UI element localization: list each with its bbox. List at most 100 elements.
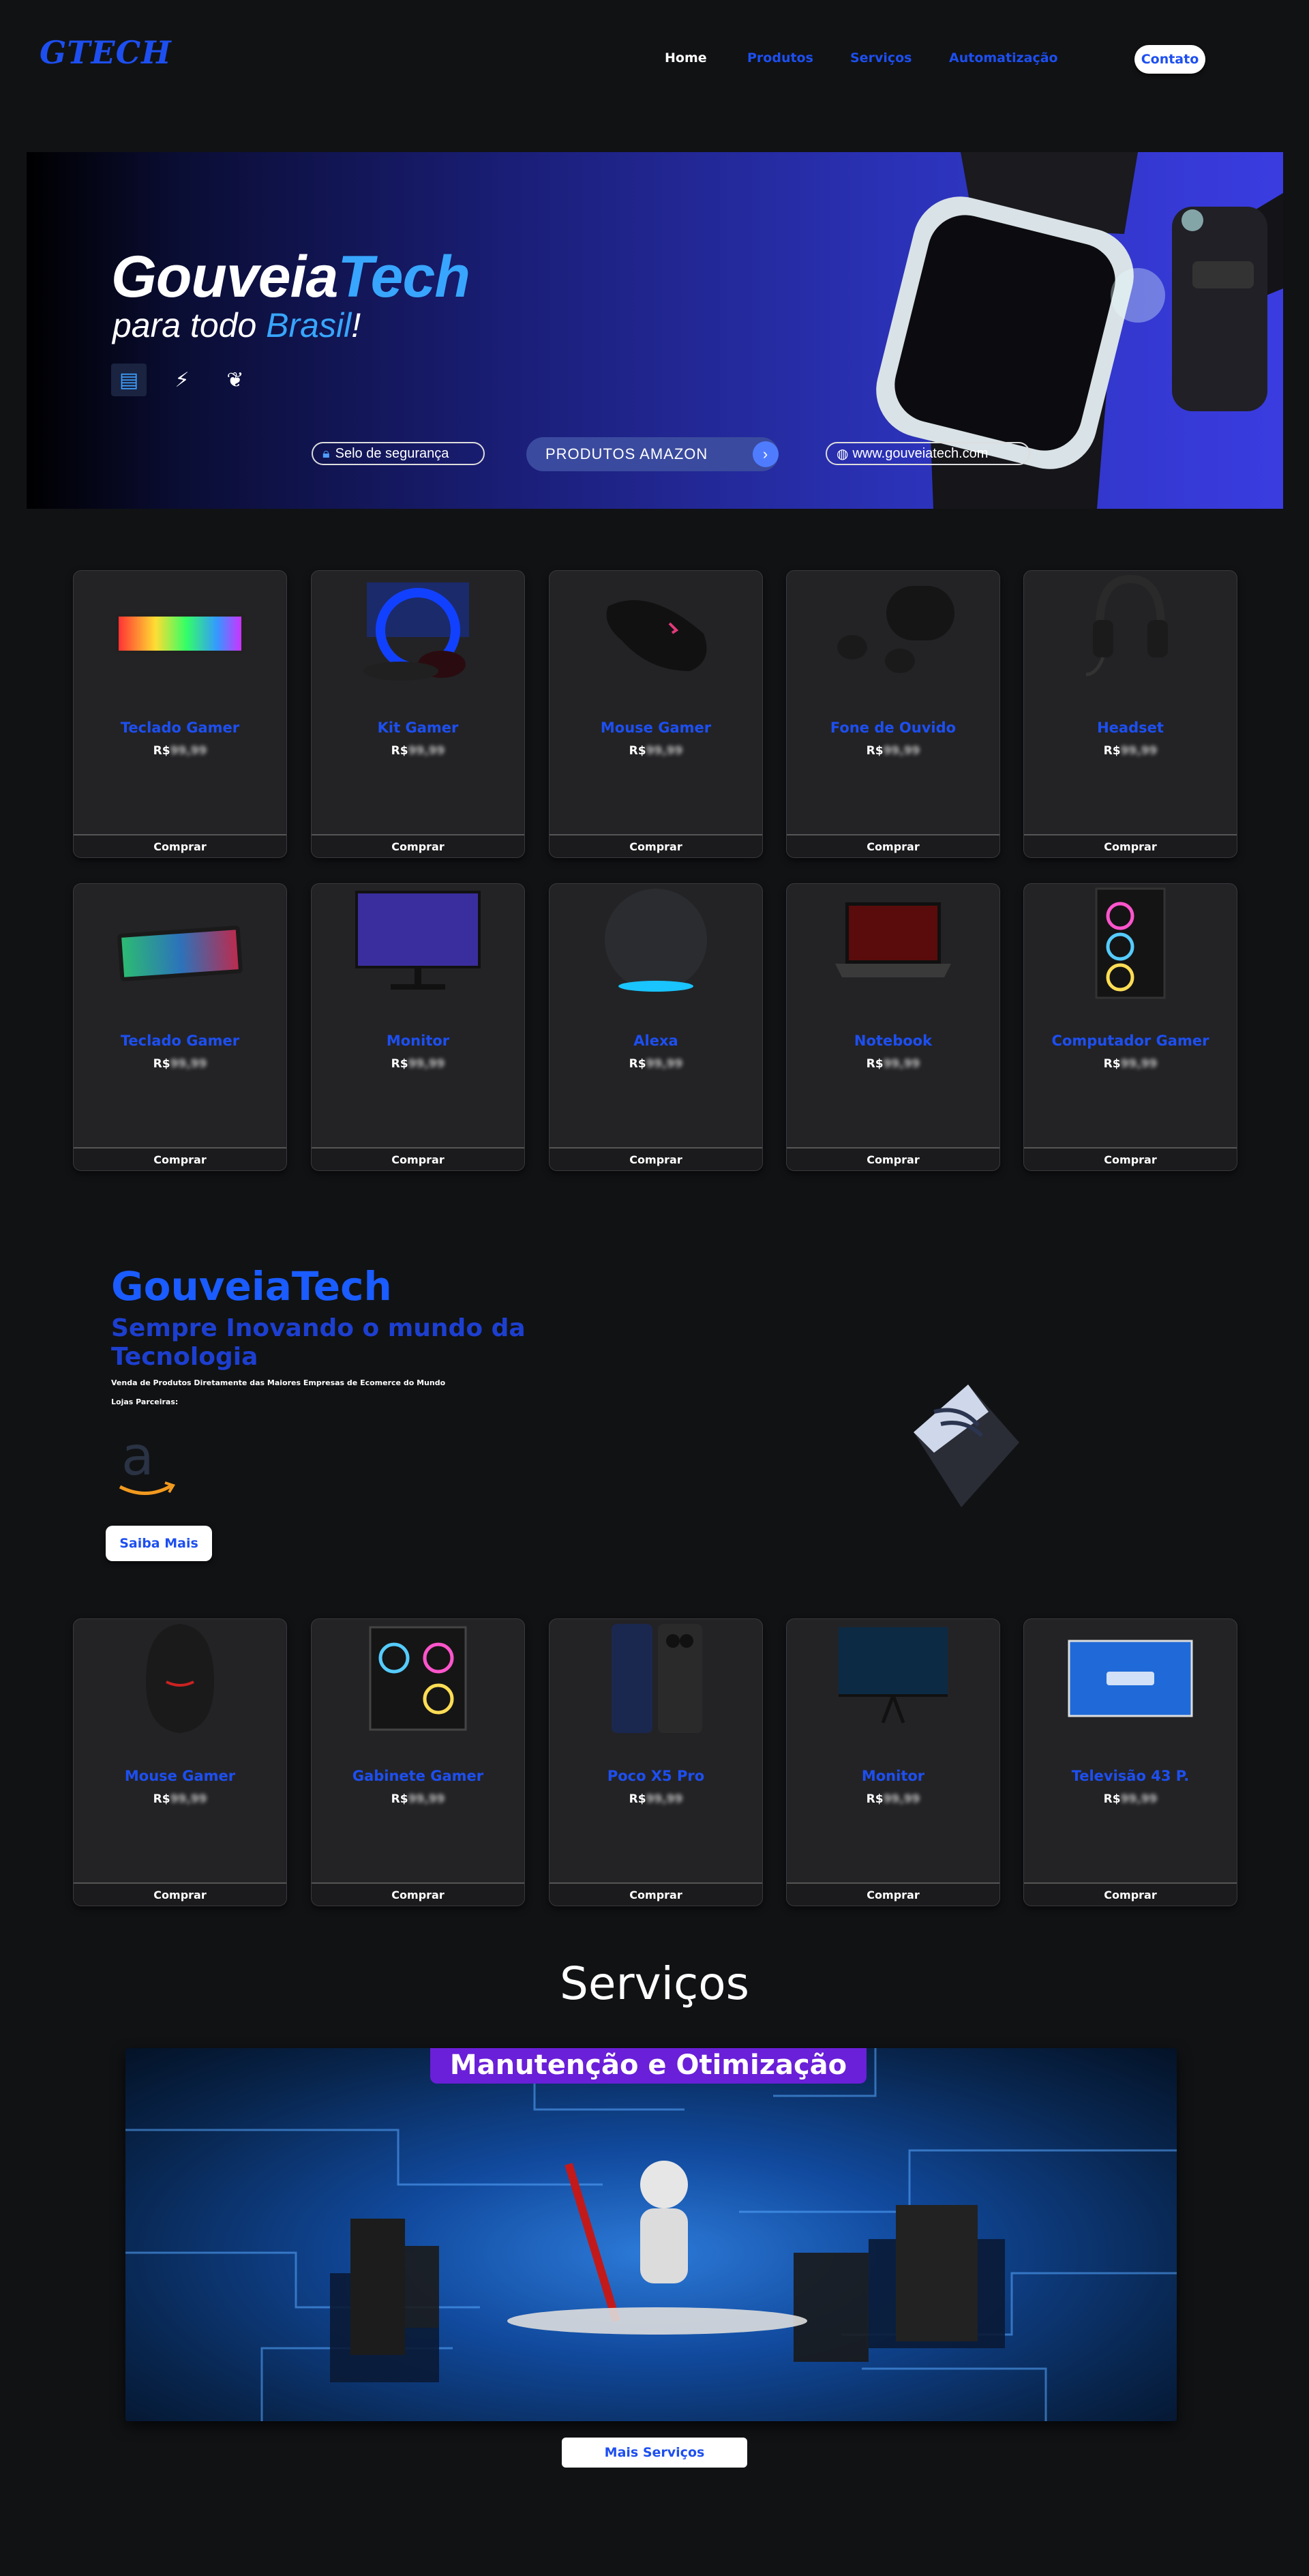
services-banner[interactable]: Manutenção e Otimização xyxy=(125,2048,1177,2421)
website-pill[interactable]: ◍ www.gouveiatech.com xyxy=(826,442,1030,465)
product-card: Monitor R$99,99 Comprar xyxy=(311,883,525,1171)
product-price: R$99,99 xyxy=(866,1792,920,1806)
product-price: R$99,99 xyxy=(1103,1792,1158,1806)
services-banner-label: Manutenção e Otimização xyxy=(430,2048,867,2084)
product-card: Televisão 43 P. R$99,99 Comprar xyxy=(1023,1618,1237,1906)
alexa-speaker-image xyxy=(584,885,727,1001)
earbuds-image xyxy=(822,572,965,688)
product-price: R$99,99 xyxy=(391,744,445,758)
amazon-products-pill[interactable]: PRODUTOS AMAZON › xyxy=(526,437,779,471)
more-services-button[interactable]: Mais Serviços xyxy=(562,2438,747,2468)
product-price: R$99,99 xyxy=(629,1792,683,1806)
svg-text:a: a xyxy=(121,1432,154,1487)
product-card: Teclado Gamer R$99,99 Comprar xyxy=(73,883,287,1171)
logo[interactable]: GTECH xyxy=(40,34,172,71)
product-price: R$99,99 xyxy=(153,1057,207,1071)
navbar: GTECH Home Produtos Serviços Automatizaç… xyxy=(0,0,1309,119)
buy-button[interactable]: Comprar xyxy=(787,1147,999,1170)
product-name[interactable]: Gabinete Gamer xyxy=(312,1768,524,1784)
pc-case-image xyxy=(346,1620,490,1736)
services-title: Serviços xyxy=(559,1957,750,2010)
product-name[interactable]: Teclado Gamer xyxy=(74,720,286,736)
product-price: R$99,99 xyxy=(391,1057,445,1071)
nav-automatizacao[interactable]: Automatização xyxy=(949,50,1058,65)
product-price: R$99,99 xyxy=(629,744,683,758)
chevron-right-icon: › xyxy=(753,441,779,467)
product-card: Mouse Gamer R$99,99 Comprar xyxy=(549,570,763,858)
product-card: Headset R$99,99 Comprar xyxy=(1023,570,1237,858)
gaming-kit-image xyxy=(346,572,490,688)
learn-more-button[interactable]: Saiba Mais xyxy=(106,1526,212,1561)
product-name[interactable]: Mouse Gamer xyxy=(74,1768,286,1784)
buy-button[interactable]: Comprar xyxy=(1024,834,1237,857)
product-card: Teclado Gamer R$99,99 Comprar xyxy=(73,570,287,858)
product-name[interactable]: Monitor xyxy=(787,1768,999,1784)
product-price: R$99,99 xyxy=(153,1792,207,1806)
product-name[interactable]: Kit Gamer xyxy=(312,720,524,736)
product-price: R$99,99 xyxy=(391,1792,445,1806)
about-subtitle: Sempre Inovando o mundo da Tecnologia xyxy=(111,1314,526,1371)
product-name[interactable]: Computador Gamer xyxy=(1024,1033,1237,1049)
buy-button[interactable]: Comprar xyxy=(787,834,999,857)
banner-subtitle: para todo Brasil! xyxy=(112,306,361,344)
product-name[interactable]: Poco X5 Pro xyxy=(550,1768,762,1784)
buy-button[interactable]: Comprar xyxy=(1024,1147,1237,1170)
product-card: Computador Gamer R$99,99 Comprar xyxy=(1023,883,1237,1171)
about-title: GouveiaTech xyxy=(111,1263,392,1309)
gaming-pc-image xyxy=(1059,885,1202,1001)
nav-produtos[interactable]: Produtos xyxy=(747,50,813,65)
partners-label: Lojas Parceiras: xyxy=(111,1397,179,1406)
buy-button[interactable]: Comprar xyxy=(550,1882,762,1906)
product-name[interactable]: Teclado Gamer xyxy=(74,1033,286,1049)
buy-button[interactable]: Comprar xyxy=(74,1882,286,1906)
buy-button[interactable]: Comprar xyxy=(787,1882,999,1906)
lightning-icon: ⚡ xyxy=(175,368,190,392)
security-seal-pill: 🔒︎ Selo de segurança xyxy=(312,442,485,465)
amazon-logo-icon[interactable]: a xyxy=(116,1432,177,1500)
banner-title: GouveiaTech xyxy=(111,244,470,310)
contact-button[interactable]: Contato xyxy=(1134,45,1205,74)
product-name[interactable]: Mouse Gamer xyxy=(550,720,762,736)
product-card: Poco X5 Pro R$99,99 Comprar xyxy=(549,1618,763,1906)
product-card: Notebook R$99,99 Comprar xyxy=(786,883,1000,1171)
buy-button[interactable]: Comprar xyxy=(550,1147,762,1170)
monitor-image xyxy=(346,885,490,1001)
buy-button[interactable]: Comprar xyxy=(312,1147,524,1170)
buy-button[interactable]: Comprar xyxy=(312,1882,524,1906)
about-description: Venda de Produtos Diretamente das Maiore… xyxy=(111,1378,446,1387)
product-name[interactable]: Fone de Ouvido xyxy=(787,720,999,736)
nav-servicos[interactable]: Serviços xyxy=(850,50,912,65)
buy-button[interactable]: Comprar xyxy=(74,834,286,857)
notebook-image xyxy=(822,885,965,1001)
keyboard-image xyxy=(108,572,252,688)
buy-button[interactable]: Comprar xyxy=(312,834,524,857)
keyboard-image xyxy=(108,885,252,1001)
product-name[interactable]: Monitor xyxy=(312,1033,524,1049)
product-name[interactable]: Notebook xyxy=(787,1033,999,1049)
product-price: R$99,99 xyxy=(629,1057,683,1071)
smartphone-image xyxy=(584,1620,727,1736)
hero-banner: GouveiaTech para todo Brasil! ▤ ⚡ ❦ 🔒︎ Se… xyxy=(27,152,1283,509)
brazil-map-icon: ❦ xyxy=(226,368,244,392)
product-card: Alexa R$99,99 Comprar xyxy=(549,883,763,1171)
product-price: R$99,99 xyxy=(866,1057,920,1071)
nav-home[interactable]: Home xyxy=(665,50,707,65)
product-name[interactable]: Headset xyxy=(1024,720,1237,736)
monitor-image xyxy=(822,1620,965,1736)
product-name[interactable]: Alexa xyxy=(550,1033,762,1049)
product-price: R$99,99 xyxy=(153,744,207,758)
product-card: Gabinete Gamer R$99,99 Comprar xyxy=(311,1618,525,1906)
product-card: Kit Gamer R$99,99 Comprar xyxy=(311,570,525,858)
product-card: Monitor R$99,99 Comprar xyxy=(786,1618,1000,1906)
mouse-image xyxy=(584,572,727,688)
circuit-board-image xyxy=(125,2048,1177,2421)
buy-button[interactable]: Comprar xyxy=(1024,1882,1237,1906)
buy-button[interactable]: Comprar xyxy=(550,834,762,857)
television-image xyxy=(1059,1620,1202,1736)
buy-button[interactable]: Comprar xyxy=(74,1147,286,1170)
banner-icons: ▤ ⚡ ❦ xyxy=(111,364,253,396)
globe-icon: ◍ xyxy=(837,446,849,462)
product-card: Fone de Ouvido R$99,99 Comprar xyxy=(786,570,1000,858)
product-name[interactable]: Televisão 43 P. xyxy=(1024,1768,1237,1784)
product-price: R$99,99 xyxy=(1103,1057,1158,1071)
